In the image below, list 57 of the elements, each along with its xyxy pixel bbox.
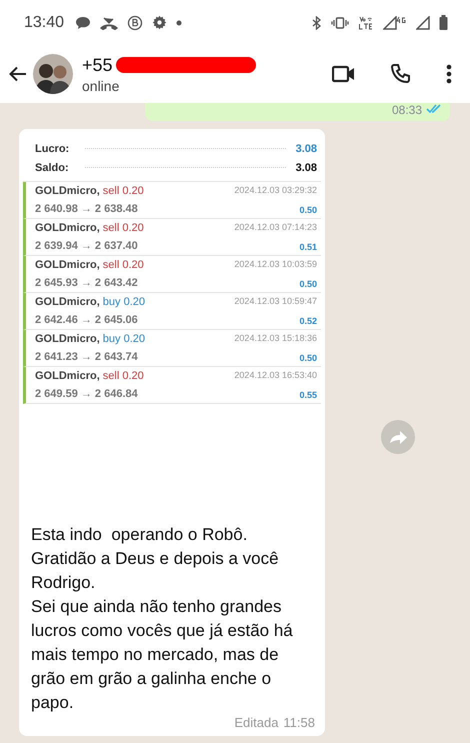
trade-prices: 2 649.59 → 2 646.84: [35, 388, 139, 400]
trade-symbol: GOLDmicro,: [35, 296, 100, 308]
trade-profit: 0.55: [299, 390, 317, 400]
trade-profit: 0.52: [299, 316, 317, 326]
trade-prices: 2 642.46 → 2 645.06: [35, 314, 139, 326]
trade-order: sell 0.20: [102, 259, 144, 271]
more-options-icon[interactable]: [446, 64, 452, 84]
missed-call-icon: [100, 16, 118, 30]
signal-4g-icon: [383, 16, 407, 30]
chat-bubble-icon: [75, 16, 92, 30]
battery-icon: [439, 15, 448, 30]
summary-value: 3.08: [296, 162, 317, 174]
dot-icon: [176, 20, 182, 26]
settings-icon: [152, 15, 168, 30]
trade-prices: 2 639.94 → 2 637.40: [35, 240, 139, 252]
phone-call-icon[interactable]: [390, 63, 412, 85]
presence-status: online: [82, 78, 120, 94]
trade-prices: 2 645.93 → 2 643.42: [35, 277, 139, 289]
volte-icon: [358, 14, 374, 30]
trade-symbol: GOLDmicro,: [35, 333, 100, 345]
trade-order: sell 0.20: [102, 370, 144, 382]
trade-symbol: GOLDmicro,: [35, 259, 100, 271]
trade-prices: 2 641.23 → 2 643.74: [35, 351, 139, 363]
trade-order: sell 0.20: [102, 222, 144, 234]
trade-order: buy 0.20: [102, 333, 145, 345]
message-time: 08:33: [392, 103, 422, 117]
summary-label: Saldo:: [35, 162, 70, 174]
trade-order: buy 0.20: [102, 296, 145, 308]
trade-symbol: GOLDmicro,: [35, 370, 100, 382]
edited-label: Editada: [234, 715, 278, 730]
contact-name[interactable]: +55: [82, 54, 113, 76]
trade-profit: 0.50: [299, 205, 317, 215]
trade-symbol: GOLDmicro,: [35, 222, 100, 234]
trade-order: sell 0.20: [102, 185, 144, 197]
summary-value: 3.08: [296, 142, 317, 154]
message-text: Esta indo operando o Robô. Gratidão a Deus e depois a você Rodrigo. Sei que ainda não tenho grandes lucros como vocês que já estão há mais tempo no mercado, mas de grão em grão a galinha enche o papo.: [30, 524, 294, 714]
trade-datetime: 2024.12.03 15:18:36: [234, 333, 317, 343]
trade-datetime: 2024.12.03 10:59:47: [234, 296, 317, 306]
message-time: 11:58: [283, 715, 315, 730]
trade-profit: 0.50: [299, 353, 317, 363]
trade-profit: 0.51: [299, 242, 317, 252]
business-badge-icon: [127, 14, 144, 30]
bluetooth-icon: [312, 16, 322, 30]
trade-datetime: 2024.12.03 03:29:32: [234, 185, 317, 195]
trade-datetime: 2024.12.03 10:03:59: [234, 259, 317, 269]
summary-label: Lucro:: [35, 142, 70, 154]
signal-icon: [416, 16, 430, 30]
trade-datetime: 2024.12.03 07:14:23: [234, 222, 317, 232]
vibrate-icon: [331, 16, 349, 28]
trade-symbol: GOLDmicro,: [35, 185, 100, 197]
trade-prices: 2 640.98 → 2 638.48: [35, 203, 139, 215]
trade-datetime: 2024.12.03 16:53:40: [234, 370, 317, 380]
status-time: 13:40: [24, 14, 64, 32]
avatar[interactable]: [33, 54, 73, 94]
video-call-icon[interactable]: [332, 65, 356, 83]
back-arrow-icon[interactable]: [9, 66, 27, 82]
trade-profit: 0.50: [299, 279, 317, 289]
